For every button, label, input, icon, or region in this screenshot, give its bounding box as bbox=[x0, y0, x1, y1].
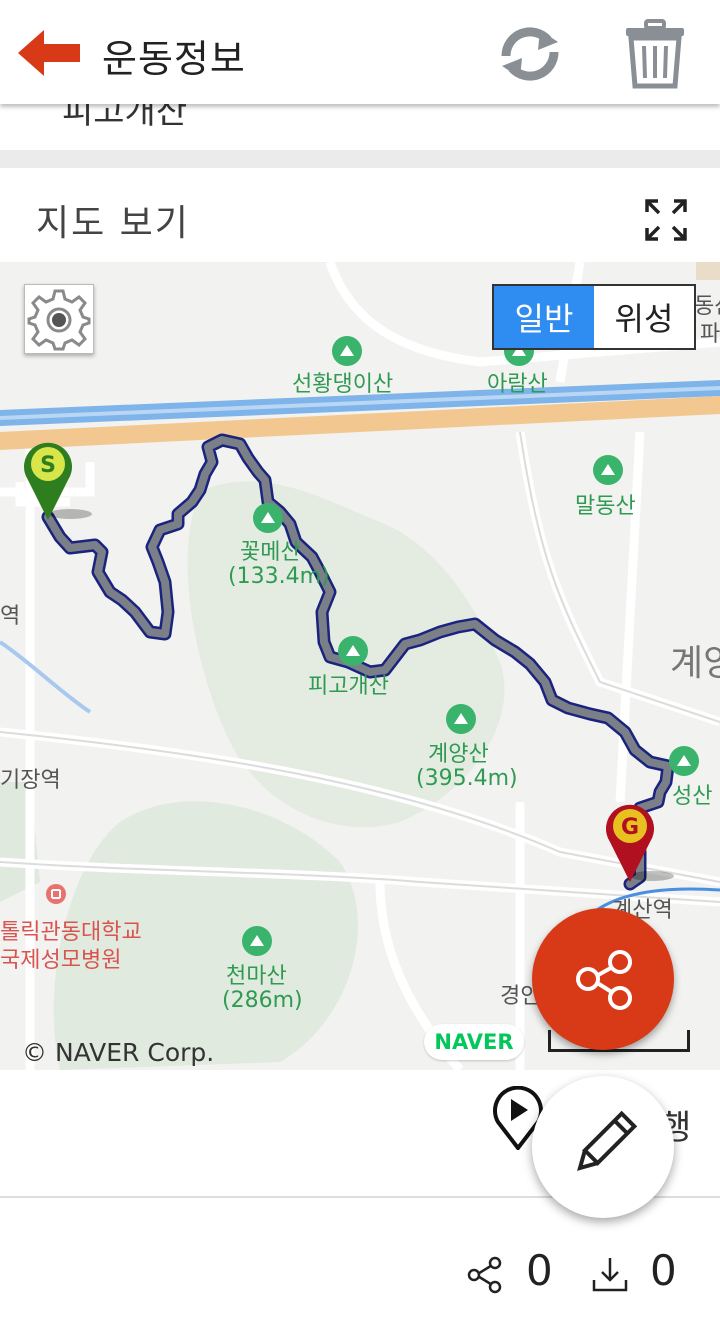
arrow-left-icon bbox=[18, 30, 80, 76]
map-label-cheonma: 천마산 bbox=[226, 964, 287, 989]
footer-share-button[interactable] bbox=[466, 1256, 504, 1294]
goal-marker-label: G bbox=[621, 815, 639, 840]
download-icon bbox=[592, 1258, 628, 1292]
back-button[interactable] bbox=[14, 24, 84, 82]
map-label-gyeyang: 계양산 bbox=[428, 742, 489, 767]
map-section-header: 지도 보기 bbox=[0, 168, 720, 262]
refresh-button[interactable] bbox=[494, 22, 566, 86]
app-root: 운동정보 피고개산 지도 보기 S G 선황댕이산 아람산 말동산 꽃메산 (1… bbox=[0, 0, 720, 1342]
map-label-hospital-2: 국제성모병원 bbox=[0, 948, 122, 973]
peak-icon bbox=[669, 746, 699, 776]
map-copyright: © NAVER Corp. bbox=[22, 1038, 215, 1067]
trash-icon bbox=[626, 19, 684, 89]
footer-stats: 0 0 bbox=[0, 1198, 720, 1342]
map-label-pigogae: 피고개산 bbox=[308, 674, 389, 699]
download-count: 0 bbox=[650, 1246, 677, 1295]
pencil-icon bbox=[577, 1110, 638, 1171]
peak-icon bbox=[593, 455, 623, 485]
share-icon bbox=[576, 950, 632, 1010]
map-type-toggle: 일반 위성 bbox=[492, 284, 696, 350]
top-bar: 운동정보 bbox=[0, 0, 720, 104]
peak-icon bbox=[242, 926, 272, 956]
page-title: 운동정보 bbox=[102, 37, 246, 81]
map-label-maldong: 말동산 bbox=[575, 494, 636, 519]
peak-icon bbox=[332, 336, 362, 366]
edit-fab-button[interactable] bbox=[532, 1076, 674, 1218]
map-label-aram: 아람산 bbox=[487, 372, 548, 397]
map-label-top-right-2: 파 bbox=[700, 322, 720, 347]
peak-icon bbox=[338, 636, 368, 666]
map-label-seonhwang: 선황댕이산 bbox=[292, 372, 394, 397]
delete-button[interactable] bbox=[622, 18, 688, 90]
naver-logo: NAVER bbox=[424, 1024, 524, 1060]
gear-icon bbox=[27, 289, 91, 351]
share-icon bbox=[467, 1256, 502, 1294]
peak-icon bbox=[446, 704, 476, 734]
scrolled-content: 피고개산 bbox=[0, 104, 720, 152]
map-label-cheonma-elevation: (286m) bbox=[222, 988, 303, 1013]
footer-download-button[interactable] bbox=[590, 1254, 630, 1294]
fullscreen-button[interactable] bbox=[644, 198, 688, 242]
map-label-kkotmae-elevation: (133.4m) bbox=[228, 564, 330, 589]
peak-icon bbox=[253, 503, 283, 533]
share-fab-button[interactable] bbox=[532, 908, 674, 1050]
start-marker[interactable]: S bbox=[22, 440, 94, 524]
map-label-gyeyang-elevation: (395.4m) bbox=[416, 766, 518, 791]
map-label-jang-station: 기장역 bbox=[0, 768, 61, 793]
map-label-seong: 성산 bbox=[672, 784, 713, 809]
section-divider bbox=[0, 150, 720, 168]
map-label-station-left: 역 bbox=[0, 604, 21, 629]
scrolled-text: 피고개산 bbox=[62, 104, 188, 132]
expand-icon bbox=[645, 199, 687, 241]
map-label-kkotmae: 꽃메산 bbox=[240, 540, 301, 565]
map-type-normal[interactable]: 일반 bbox=[494, 286, 594, 348]
goal-marker[interactable]: G bbox=[604, 802, 676, 886]
map-label-gyeyang-area: 계양 bbox=[670, 643, 720, 684]
map-section-title: 지도 보기 bbox=[36, 203, 190, 244]
share-count: 0 bbox=[526, 1246, 553, 1295]
refresh-icon bbox=[501, 27, 559, 81]
map-type-satellite[interactable]: 위성 bbox=[594, 286, 694, 348]
start-marker-label: S bbox=[40, 453, 56, 478]
map-settings-button[interactable] bbox=[24, 284, 94, 354]
